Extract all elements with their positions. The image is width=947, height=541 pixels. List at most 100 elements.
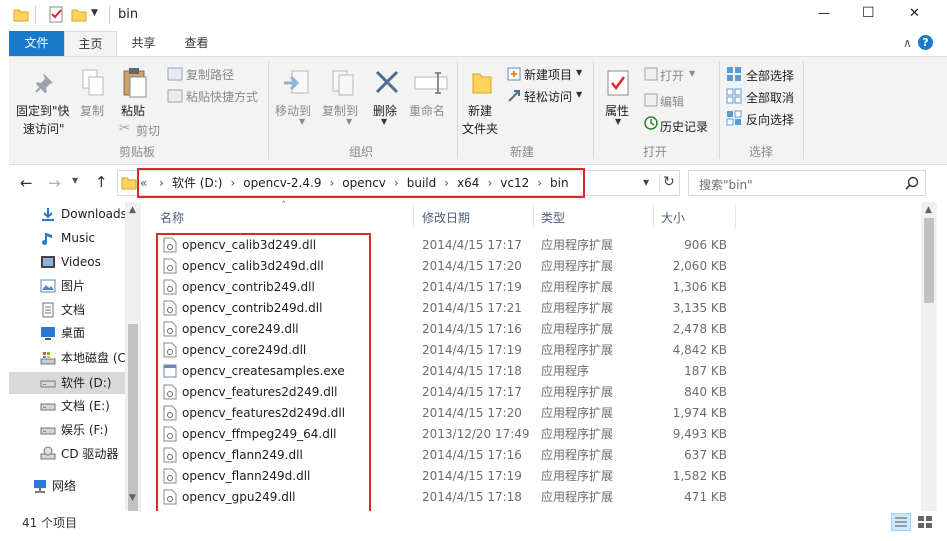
- nav-scrollbar[interactable]: ▲ ▼: [125, 202, 141, 511]
- nav-item[interactable]: 网络: [9, 475, 125, 497]
- copy-path-button[interactable]: 复制路径: [186, 66, 234, 83]
- recent-locations-dropdown-icon[interactable]: ▼: [72, 176, 78, 185]
- new-item-dropdown-icon[interactable]: ▼: [576, 68, 582, 77]
- nav-item[interactable]: 软件 (D:): [9, 372, 125, 394]
- file-size: 1,974 KB: [672, 406, 727, 420]
- paste-shortcut-button[interactable]: 粘贴快捷方式: [186, 88, 258, 105]
- nav-item[interactable]: 图片: [9, 275, 125, 297]
- search-box[interactable]: 搜索"bin": [688, 170, 926, 196]
- scroll-up-icon[interactable]: ▲: [925, 205, 932, 215]
- nav-item-label: 文档: [61, 303, 86, 317]
- tab-home[interactable]: 主页: [64, 31, 117, 57]
- nav-item[interactable]: Videos: [9, 251, 125, 273]
- help-icon[interactable]: ?: [918, 35, 933, 50]
- column-header-size[interactable]: 大小: [661, 209, 685, 226]
- nav-item-label: 桌面: [61, 326, 86, 340]
- column-header-modified[interactable]: 修改日期: [422, 209, 470, 226]
- nav-item[interactable]: 桌面: [9, 322, 125, 344]
- move-to-dropdown-icon[interactable]: ▼: [299, 117, 305, 126]
- file-type: 应用程序扩展: [541, 259, 614, 273]
- close-button[interactable]: ✕: [909, 6, 920, 21]
- column-header-type[interactable]: 类型: [541, 209, 565, 226]
- tab-file[interactable]: 文件: [9, 31, 64, 56]
- copy-to-button[interactable]: 复制到: [322, 102, 358, 119]
- forward-arrow-icon[interactable]: →: [48, 174, 61, 192]
- file-type: 应用程序扩展: [541, 301, 614, 315]
- ribbon-separator: [803, 61, 804, 159]
- search-icon[interactable]: [905, 176, 919, 190]
- nav-scrollbar-thumb[interactable]: [128, 324, 138, 511]
- back-arrow-icon[interactable]: ←: [20, 174, 33, 192]
- title-bar[interactable]: ▼ bin — ☐ ✕: [0, 0, 947, 31]
- nav-item[interactable]: 文档 (E:): [9, 395, 125, 417]
- file-modified: 2014/4/15 17:20: [422, 259, 522, 273]
- open-dropdown-icon[interactable]: ▼: [689, 69, 695, 78]
- open-button[interactable]: 打开: [660, 67, 684, 84]
- file-size: 2,060 KB: [672, 259, 727, 273]
- minimize-button[interactable]: —: [818, 6, 830, 20]
- search-input[interactable]: 搜索"bin": [699, 176, 753, 193]
- group-label-organize: 组织: [349, 145, 374, 159]
- rename-button[interactable]: 重命名: [409, 102, 445, 119]
- select-none-button[interactable]: 全部取消: [746, 89, 794, 106]
- file-modified: 2014/4/15 17:17: [422, 385, 522, 399]
- copy-path-icon: [167, 67, 183, 81]
- tab-share[interactable]: 共享: [117, 31, 170, 56]
- address-highlight-box: [137, 168, 585, 198]
- file-size: 840 KB: [684, 385, 727, 399]
- cut-button[interactable]: 剪切: [136, 122, 160, 139]
- copy-button[interactable]: 复制: [80, 102, 104, 119]
- file-size: 187 KB: [684, 364, 727, 378]
- file-modified: 2014/4/15 17:18: [422, 490, 522, 504]
- copy-to-dropdown-icon[interactable]: ▼: [346, 117, 352, 126]
- invert-selection-button[interactable]: 反向选择: [746, 111, 794, 128]
- paste-button[interactable]: 粘贴: [121, 102, 145, 119]
- ribbon-tabs: 文件 主页 共享 查看 ∧ ?: [0, 31, 947, 57]
- column-header-name[interactable]: 名称: [160, 209, 184, 226]
- navigation-pane: Downloads Music Videos 图片文档桌面本地磁盘 (C 软件 (D:)…: [9, 202, 141, 511]
- move-to-button[interactable]: 移动到: [275, 102, 311, 119]
- refresh-icon[interactable]: ↻: [663, 174, 675, 190]
- new-folder-icon: [472, 73, 492, 94]
- nav-item[interactable]: 本地磁盘 (C: [9, 347, 126, 369]
- file-modified: 2014/4/15 17:20: [422, 406, 522, 420]
- quick-access-dropdown-icon[interactable]: ▼: [91, 8, 98, 18]
- collapse-ribbon-icon[interactable]: ∧: [903, 36, 912, 50]
- nav-item[interactable]: 文档: [9, 299, 125, 321]
- maximize-button[interactable]: ☐: [862, 5, 875, 21]
- large-icons-view-icon[interactable]: [915, 513, 935, 531]
- properties-quick-icon[interactable]: [48, 6, 64, 23]
- new-folder-quick-icon[interactable]: [71, 7, 87, 23]
- new-folder-label-1[interactable]: 新建: [468, 102, 492, 119]
- edit-button[interactable]: 编辑: [660, 93, 684, 110]
- history-button[interactable]: 历史记录: [660, 118, 708, 135]
- file-size: 906 KB: [684, 238, 727, 252]
- nav-item[interactable]: 娱乐 (F:): [9, 419, 125, 441]
- scroll-up-icon[interactable]: ▲: [129, 205, 136, 215]
- properties-dropdown-icon[interactable]: ▼: [615, 117, 621, 126]
- address-dropdown-icon[interactable]: ▼: [643, 178, 649, 187]
- select-all-button[interactable]: 全部选择: [746, 67, 794, 84]
- easy-access-dropdown-icon[interactable]: ▼: [576, 90, 582, 99]
- nav-item[interactable]: CD 驱动器: [9, 443, 125, 465]
- nav-item[interactable]: Downloads: [9, 203, 127, 225]
- pin-label-1: 固定到"快: [16, 104, 70, 118]
- nav-item-label: 图片: [61, 279, 86, 293]
- delete-dropdown-icon[interactable]: ▼: [381, 117, 387, 126]
- file-list-scrollbar[interactable]: ▲: [921, 202, 937, 511]
- file-type: 应用程序扩展: [541, 343, 614, 357]
- file-modified: 2014/4/15 17:16: [422, 448, 522, 462]
- scroll-down-icon[interactable]: ▼: [129, 493, 136, 503]
- paste-icon: [123, 68, 147, 98]
- details-view-icon[interactable]: [891, 513, 911, 531]
- history-icon: [644, 116, 658, 130]
- new-item-button[interactable]: 新建项目: [524, 66, 572, 83]
- nav-item[interactable]: Music: [9, 227, 125, 249]
- folder-icon: [13, 9, 29, 22]
- new-folder-label-2[interactable]: 文件夹: [462, 120, 498, 137]
- file-list-scrollbar-thumb[interactable]: [924, 218, 934, 303]
- up-arrow-icon[interactable]: ↑: [95, 173, 108, 191]
- file-type: 应用程序: [541, 364, 590, 378]
- easy-access-button[interactable]: 轻松访问: [524, 88, 572, 105]
- tab-view[interactable]: 查看: [170, 31, 223, 56]
